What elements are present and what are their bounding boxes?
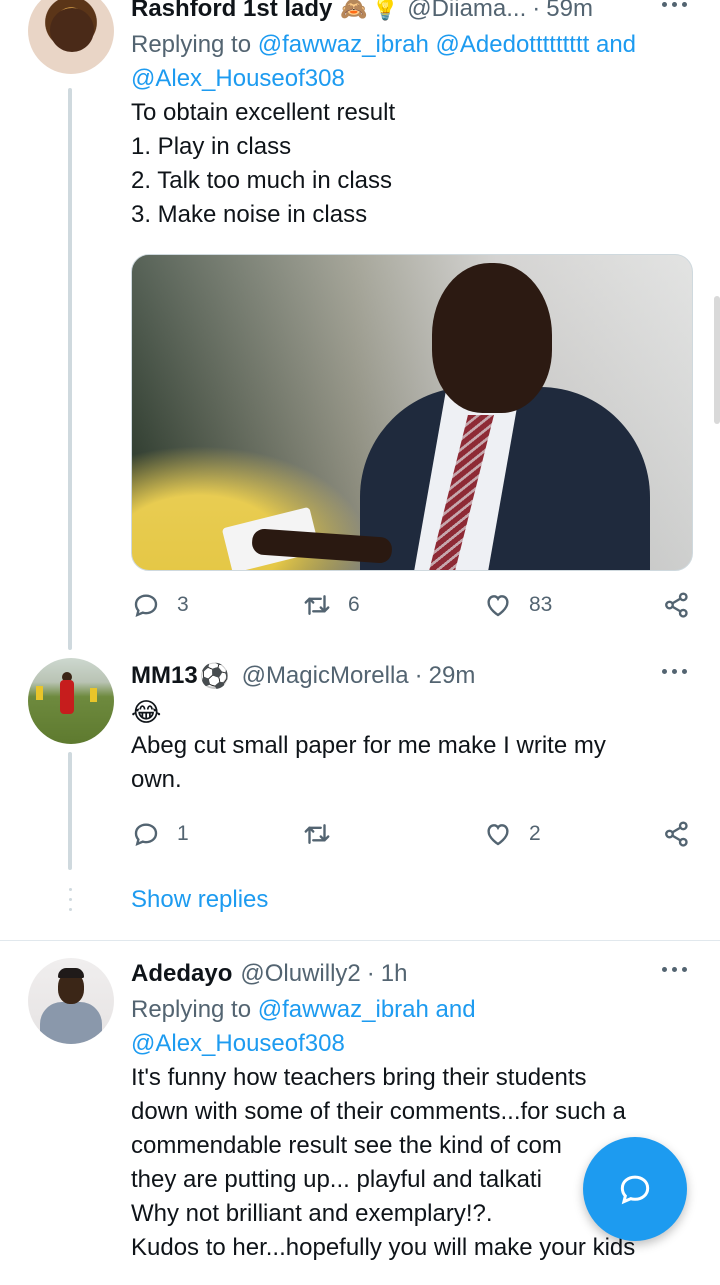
share-button[interactable] [662, 585, 708, 625]
reply-button[interactable]: 1 [131, 814, 189, 854]
replying-mention-last[interactable]: @Alex_Houseof308 [131, 65, 345, 92]
tweet-text: 😂 Abeg cut small paper for me make I wri… [131, 695, 692, 797]
thread-line [68, 88, 72, 650]
thread-dots [69, 888, 72, 918]
compose-icon [620, 1175, 650, 1205]
retweet-count: 6 [348, 593, 360, 616]
retweet-button[interactable] [302, 814, 348, 854]
replying-to: Replying to @fawwaz_ibrah @Adedotttttttt… [131, 28, 692, 96]
separator-dot: · [414, 662, 423, 689]
tweet-line: 2. Talk too much in class [131, 167, 393, 194]
like-button[interactable]: 2 [483, 814, 541, 854]
name-emoji: 💡 [371, 0, 400, 21]
reply-icon [134, 594, 158, 618]
share-icon [665, 821, 688, 847]
reply-count: 3 [177, 593, 189, 616]
compose-button[interactable] [583, 1137, 687, 1241]
tweet-text: To obtain excellent result 1. Play in cl… [131, 96, 692, 232]
more-icon[interactable] [662, 661, 692, 681]
replying-and[interactable]: and [436, 996, 476, 1023]
like-count: 83 [529, 593, 553, 616]
tweet-line: Abeg cut small paper for me make I write… [131, 732, 606, 759]
retweet-icon [304, 824, 330, 844]
tweet-header: MM13 ⚽ @MagicMorella · 29m [131, 657, 692, 695]
reply-icon [134, 823, 158, 847]
scrollbar[interactable] [714, 296, 720, 424]
avatar[interactable] [28, 0, 114, 74]
tweet-actions: 1 2 [131, 814, 691, 854]
avatar[interactable] [28, 958, 114, 1044]
tweet-emoji: 😂 [131, 697, 162, 727]
retweet-button[interactable]: 6 [302, 585, 360, 625]
timestamp[interactable]: 1h [381, 960, 408, 988]
tweet[interactable]: Rashford 1st lady 🙈 💡 @Diiama... · 59m R… [131, 0, 692, 232]
tweet[interactable]: MM13 ⚽ @MagicMorella · 29m 😂 Abeg cut sm… [131, 657, 692, 797]
display-name[interactable]: Adedayo [131, 960, 232, 988]
reply-button[interactable]: 3 [131, 585, 189, 625]
display-name[interactable]: Rashford 1st lady [131, 0, 332, 23]
replying-mention-last[interactable]: @Alex_Houseof308 [131, 1030, 345, 1057]
tweet-header: Adedayo @Oluwilly2 · 1h [131, 955, 692, 993]
name-emoji: ⚽ [199, 662, 230, 690]
retweet-icon [304, 595, 330, 615]
more-icon[interactable] [662, 0, 692, 14]
show-replies-link[interactable]: Show replies [131, 886, 268, 914]
tweet-line: To obtain excellent result [131, 99, 396, 126]
handle[interactable]: @Diiama... [407, 0, 526, 23]
like-count: 2 [529, 822, 541, 845]
avatar[interactable] [28, 658, 114, 744]
tweet-header: Rashford 1st lady 🙈 💡 @Diiama... · 59m [131, 0, 692, 28]
handle[interactable]: @MagicMorella [242, 662, 409, 690]
replying-prefix: Replying to [131, 996, 252, 1023]
like-button[interactable]: 83 [483, 585, 552, 625]
replying-mentions[interactable]: @fawwaz_ibrah [258, 996, 429, 1023]
handle[interactable]: @Oluwilly2 [240, 960, 360, 988]
replying-prefix: Replying to [131, 31, 252, 58]
tweet-line: own. [131, 766, 182, 793]
separator-dot: · [366, 960, 375, 987]
timestamp[interactable]: 59m [546, 0, 593, 23]
display-name[interactable]: MM13 [131, 662, 198, 690]
tweet-line: Kudos to her...hopefully you will make y… [131, 1234, 636, 1261]
like-icon [487, 824, 509, 846]
timestamp[interactable]: 29m [429, 662, 476, 690]
tweet-line: 3. Make noise in class [131, 201, 368, 228]
share-icon [665, 592, 688, 618]
tweet-photo[interactable] [131, 254, 693, 571]
tweet-actions: 3 6 83 [131, 585, 691, 625]
divider [0, 940, 720, 941]
replying-mentions[interactable]: @fawwaz_ibrah @Adedottttttttt [258, 31, 590, 58]
reply-count: 1 [177, 822, 189, 845]
replying-to: Replying to @fawwaz_ibrah and @Alex_Hous… [131, 993, 692, 1061]
replying-and[interactable]: and [596, 31, 636, 58]
tweet-line: It's funny how teachers bring their stud… [131, 1064, 587, 1091]
tweet-line: down with some of their comments...for s… [131, 1098, 626, 1125]
thread-line [68, 752, 72, 870]
share-button[interactable] [662, 814, 708, 854]
tweet-line: 1. Play in class [131, 133, 292, 160]
like-icon [487, 595, 509, 617]
separator-dot: · [532, 0, 541, 22]
more-icon[interactable] [662, 959, 692, 979]
name-emoji: 🙈 [340, 0, 368, 21]
